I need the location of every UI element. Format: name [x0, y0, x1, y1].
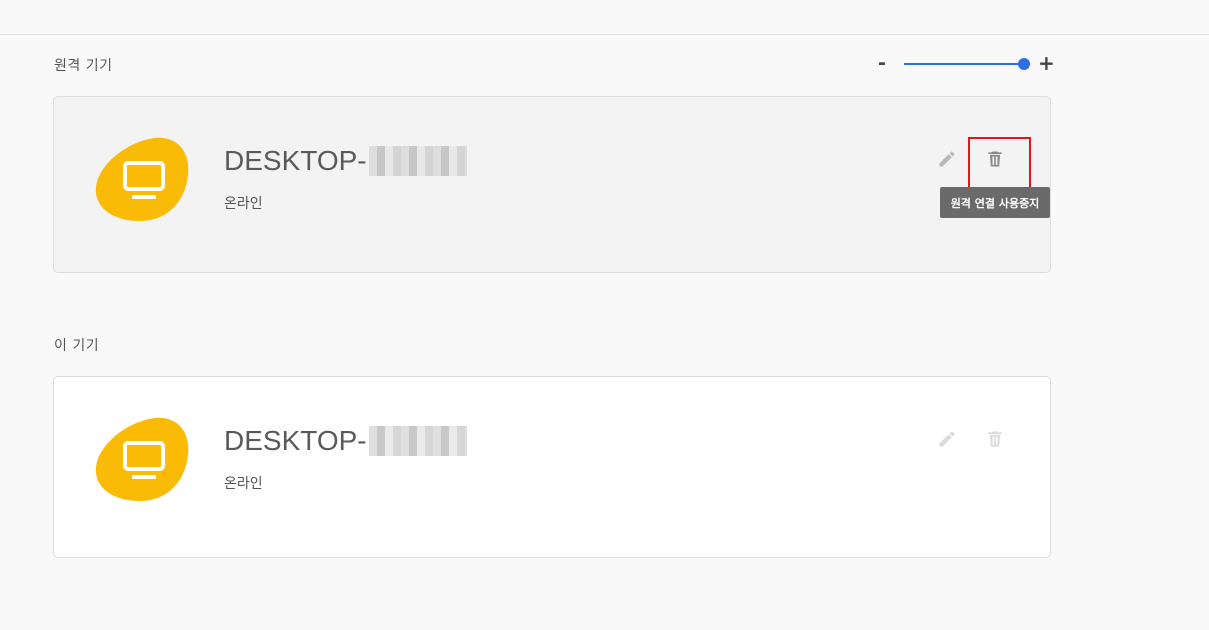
trash-icon [988, 151, 1002, 167]
pencil-icon [939, 431, 955, 447]
redacted-name-mask [368, 426, 467, 456]
pencil-icon [939, 151, 955, 167]
monitor-icon [95, 417, 189, 501]
delete-device-button[interactable] [983, 427, 1007, 451]
device-name: DESKTOP- [224, 425, 467, 457]
delete-device-button[interactable] [983, 147, 1007, 171]
zoom-out-button[interactable]: - [878, 52, 886, 74]
device-status: 온라인 [224, 196, 263, 212]
section-label-remote-devices: 원격 기기 [54, 58, 113, 74]
monitor-icon [95, 137, 189, 221]
top-bar [0, 0, 1209, 35]
this-device-card[interactable]: DESKTOP- 온라인 [53, 376, 1051, 558]
device-name-text: DESKTOP- [224, 145, 367, 176]
zoom-in-button[interactable]: + [1038, 51, 1055, 75]
edit-device-button[interactable] [935, 147, 959, 171]
zoom-slider-track[interactable] [904, 63, 1023, 65]
device-status: 온라인 [224, 476, 263, 492]
redacted-name-mask [368, 146, 467, 176]
section-label-this-device: 이 기기 [54, 338, 100, 354]
edit-device-button[interactable] [935, 427, 959, 451]
remote-device-card[interactable]: DESKTOP- 온라인 원격 연결 사용중지 [53, 96, 1051, 273]
device-name-text: DESKTOP- [224, 425, 367, 456]
trash-icon [988, 431, 1002, 447]
zoom-control: - + [875, 50, 1057, 78]
device-name: DESKTOP- [224, 145, 467, 177]
zoom-slider-handle[interactable] [1018, 58, 1030, 70]
disable-remote-tooltip: 원격 연결 사용중지 [940, 187, 1050, 218]
